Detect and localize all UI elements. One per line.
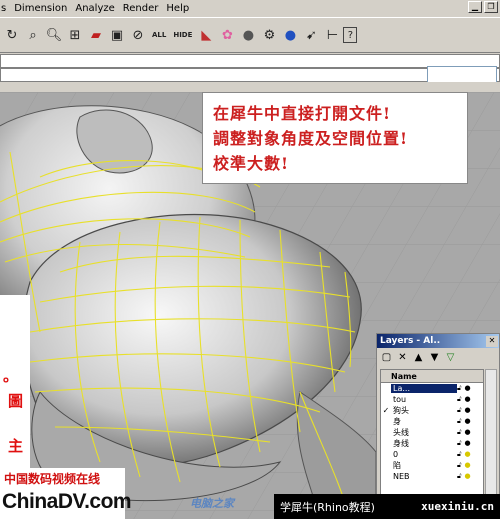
render-color-icon[interactable]: ◣ (196, 24, 216, 46)
annotation-line-3: 校準大數! (213, 154, 290, 173)
brand-en-text: ChinaDV.com (2, 490, 132, 513)
layer-name: 陷 (393, 461, 401, 470)
lock-icon[interactable]: 🔓︎ (457, 461, 462, 470)
clear-icon[interactable]: ⊘ (128, 24, 148, 46)
layer-list-header: Name (381, 370, 483, 383)
command-history (0, 54, 500, 68)
bulb-icon[interactable]: ● (465, 406, 471, 415)
box-shade-icon[interactable]: ▣ (107, 24, 127, 46)
lock-icon[interactable]: 🔓︎ (457, 406, 462, 415)
filter-icon[interactable]: ▽ (444, 351, 457, 364)
layer-row[interactable]: 身 🔓︎ ● (381, 416, 483, 427)
sphere-icon[interactable]: ● (238, 24, 258, 46)
layer-check[interactable]: ✓ (381, 406, 391, 415)
bulb-icon[interactable]: ● (465, 428, 471, 437)
zoom-extents-icon[interactable]: ⊞ (65, 24, 85, 46)
layers-panel-titlebar[interactable]: Layers - Al.. ✕ (377, 334, 499, 348)
bulb-icon[interactable]: ● (465, 461, 471, 470)
left-text-strip: 。 圖 主 (0, 295, 30, 470)
layer-name: 狗头 (393, 406, 409, 415)
bulb-icon[interactable]: ● (465, 395, 471, 404)
layer-row[interactable]: La... 🔓︎ ● (381, 383, 483, 394)
minimize-icon[interactable]: ▁ (468, 1, 482, 13)
menu-item-s[interactable]: s (0, 3, 10, 14)
lock-icon[interactable]: 🔓︎ (457, 428, 462, 437)
close-icon[interactable]: ✕ (486, 335, 498, 347)
menu-item-dimension[interactable]: Dimension (10, 3, 71, 14)
move-down-icon[interactable]: ▼ (428, 351, 441, 364)
left-char-3: 主 (8, 437, 24, 455)
layer-name: 0 (393, 450, 399, 459)
bulb-icon[interactable]: ● (465, 472, 471, 481)
move-up-icon[interactable]: ▲ (412, 351, 425, 364)
instruction-annotation: 在犀牛中直接打開文件! 調整對象角度及空間位置! 校準大數! (202, 92, 468, 184)
annotation-line-1: 在犀牛中直接打開文件! (213, 104, 392, 123)
cursor-icon[interactable]: ➹ (301, 24, 321, 46)
bulb-icon[interactable]: ● (465, 417, 471, 426)
layer-name: La... (391, 384, 457, 393)
layer-row[interactable]: 头线 🔓︎ ● (381, 427, 483, 438)
left-char-2: 圖 (8, 392, 24, 410)
pchome-watermark: 电脑之家 (190, 497, 234, 510)
rotate-icon[interactable]: ↻ (2, 24, 22, 46)
car-shade-icon[interactable]: ▰ (86, 24, 106, 46)
gear-icon[interactable]: ⚙ (259, 24, 279, 46)
restore-icon[interactable]: ❐ (484, 1, 498, 13)
bulb-icon[interactable]: ● (465, 450, 471, 459)
footer-banner: 学犀牛(Rhino教程) xuexiniu.cn (274, 494, 500, 519)
layer-row[interactable]: 0 🔓︎ ● (381, 449, 483, 460)
layer-row[interactable]: tou 🔓︎ ● (381, 394, 483, 405)
zoom-icon[interactable]: 🔍︎ (44, 24, 64, 46)
brand-cn-text: 中国数码视频在线 (4, 472, 101, 486)
layers-panel: Layers - Al.. ✕ ▢ ✕ ▲ ▼ ▽ Name La... 🔓︎ ●… (376, 333, 500, 519)
hide-button[interactable]: HIDE (170, 24, 195, 46)
new-layer-icon[interactable]: ▢ (380, 351, 393, 364)
lock-icon[interactable]: 🔓︎ (457, 472, 462, 481)
layer-name: tou (393, 395, 407, 404)
layer-name: 身线 (393, 439, 409, 448)
help-icon[interactable]: ? (343, 27, 358, 43)
status-bar (0, 82, 500, 92)
lock-icon[interactable]: 🔓︎ (457, 439, 462, 448)
layers-panel-title: Layers - Al.. (380, 336, 441, 346)
blue-sphere-icon[interactable]: ● (280, 24, 300, 46)
menu-item-render[interactable]: Render (119, 3, 163, 14)
dim-icon[interactable]: ⊢ (322, 24, 342, 46)
show-all-button[interactable]: ALL (149, 24, 169, 46)
menu-bar: s Dimension Analyze Render Help ▁ ❐ (0, 0, 500, 16)
annotation-line-2: 調整對象角度及空間位置! (213, 129, 409, 148)
layer-row[interactable]: 陷 🔓︎ ● (381, 460, 483, 471)
main-toolbar: ↻ ⌕ 🔍︎ ⊞ ▰ ▣ ⊘ ALL HIDE ◣ ✿ ● ⚙ ● ➹ ⊢ ? (0, 17, 500, 53)
lock-icon[interactable]: 🔓︎ (457, 450, 462, 459)
layers-toolbar: ▢ ✕ ▲ ▼ ▽ (377, 348, 499, 366)
delete-layer-icon[interactable]: ✕ (396, 351, 409, 364)
footer-left-text: 学犀牛(Rhino教程) (280, 500, 375, 514)
menu-item-help[interactable]: Help (162, 3, 193, 14)
layer-name: 头线 (393, 428, 409, 437)
left-char-1: 。 (3, 367, 19, 385)
column-name-header[interactable]: Name (391, 372, 417, 381)
lock-icon[interactable]: 🔓︎ (457, 395, 462, 404)
chinadv-logo: 中国数码视频在线 ChinaDV.com (0, 468, 132, 519)
layer-row[interactable]: 身线 🔓︎ ● (381, 438, 483, 449)
bulb-icon[interactable]: ● (465, 439, 471, 448)
zoom-window-icon[interactable]: ⌕ (23, 24, 43, 46)
lock-icon[interactable]: 🔓︎ (457, 384, 462, 393)
layer-row[interactable]: NEB 🔓︎ ● (381, 471, 483, 482)
layer-name: NEB (393, 472, 410, 481)
lock-icon[interactable]: 🔓︎ (457, 417, 462, 426)
color-wheel-icon[interactable]: ✿ (217, 24, 237, 46)
menu-item-analyze[interactable]: Analyze (71, 3, 118, 14)
layer-name: 身 (393, 417, 401, 426)
footer-url: xuexiniu.cn (421, 500, 494, 513)
bulb-icon[interactable]: ● (465, 384, 471, 393)
layer-row[interactable]: ✓ 狗头 🔓︎ ● (381, 405, 483, 416)
command-prompt-input[interactable] (0, 68, 500, 82)
window-buttons: ▁ ❐ (468, 1, 498, 13)
